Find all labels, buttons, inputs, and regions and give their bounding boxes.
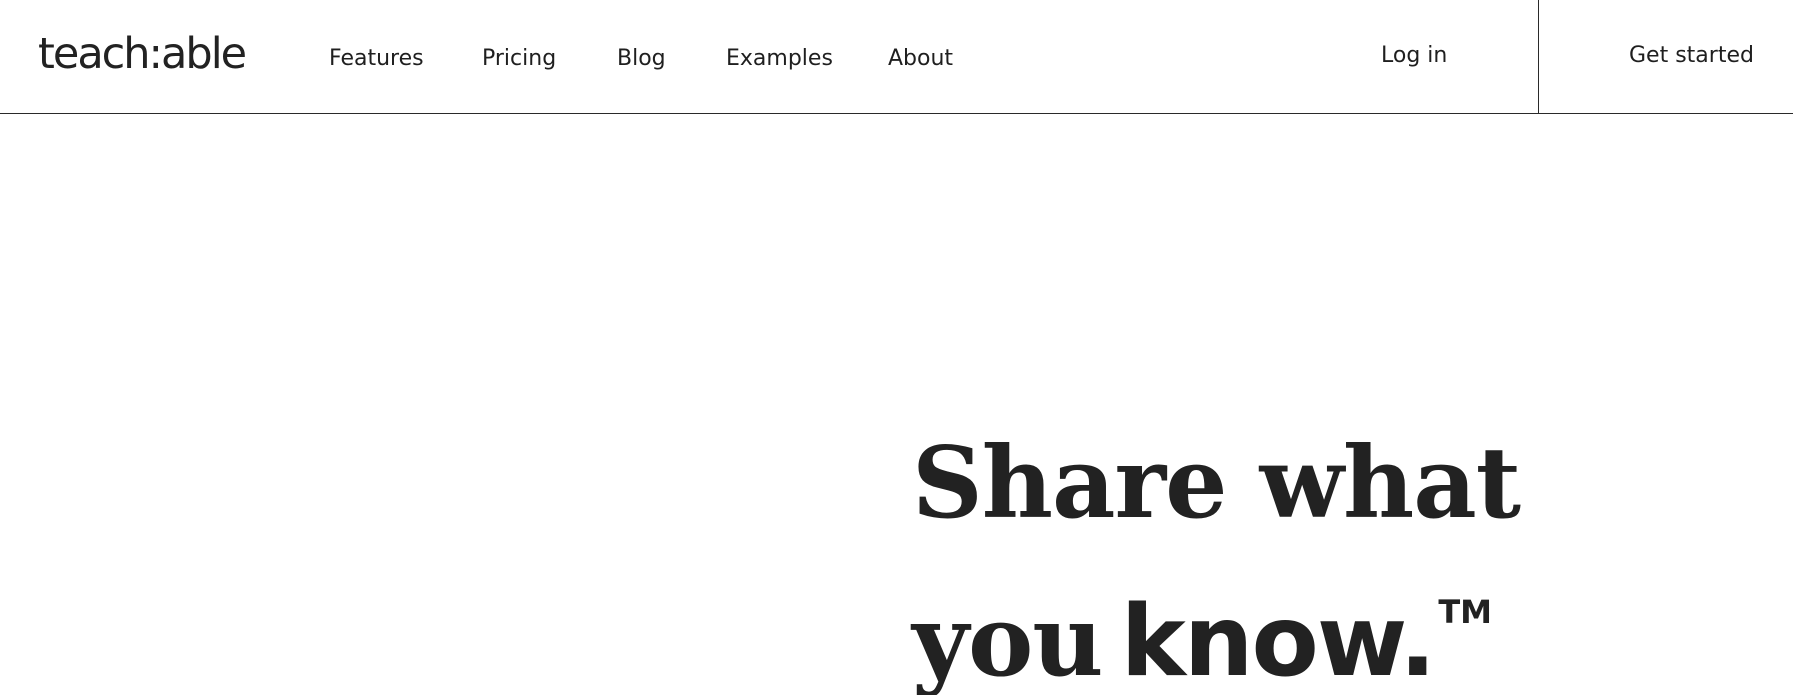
nav-examples[interactable]: Examples — [726, 44, 833, 74]
hero-headline: Share what you know. TM — [912, 420, 1521, 695]
header-divider — [1538, 0, 1539, 114]
trademark-symbol: TM — [1438, 593, 1492, 631]
nav-features[interactable]: Features — [329, 44, 424, 74]
hero-line-2-serif: you — [912, 584, 1104, 695]
nav-about[interactable]: About — [888, 44, 953, 74]
hero-line-2: you know. TM — [912, 548, 1520, 695]
site-header: teach:able Features Pricing Blog Example… — [0, 0, 1793, 114]
login-link[interactable]: Log in — [1381, 41, 1447, 71]
hero-line-2-sans: know. — [1120, 585, 1437, 695]
nav-blog[interactable]: Blog — [617, 44, 666, 74]
hero-line-1: Share what — [912, 426, 1521, 541]
teachable-logo[interactable]: teach:able — [38, 28, 247, 80]
get-started-button[interactable]: Get started — [1629, 41, 1754, 71]
nav-pricing[interactable]: Pricing — [482, 44, 556, 74]
